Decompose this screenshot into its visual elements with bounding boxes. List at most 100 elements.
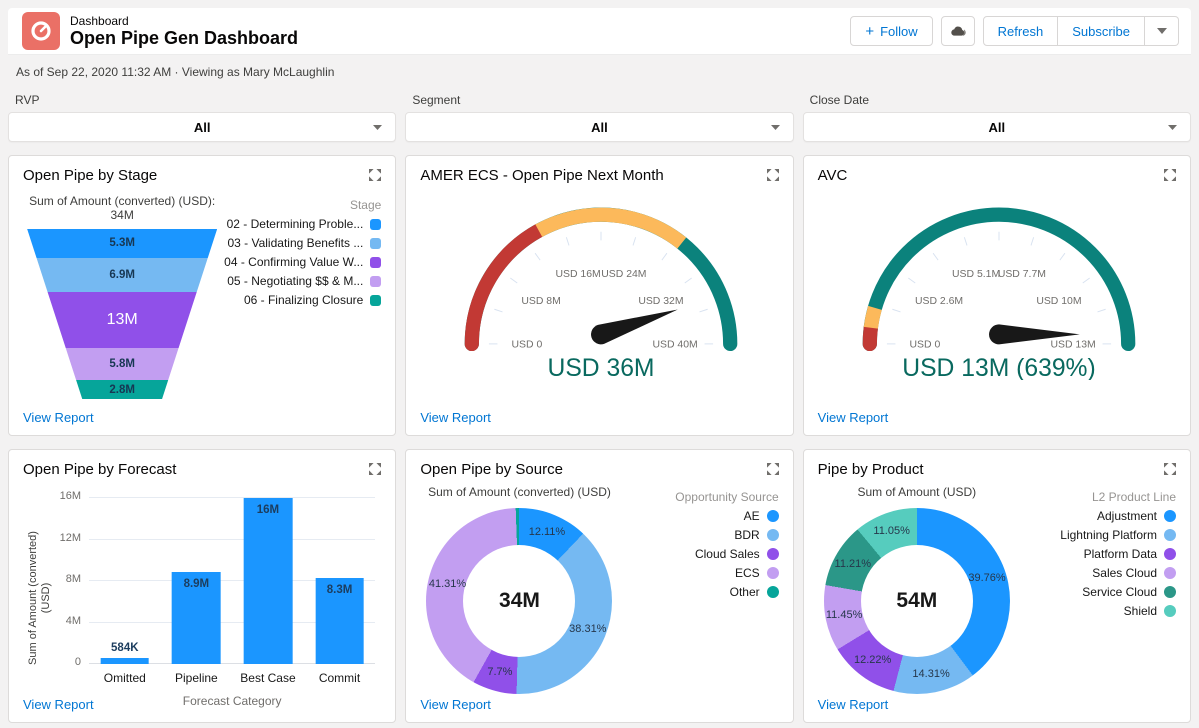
bar-value-label: 584K [111,642,139,654]
donut-center-value: 54M [896,589,937,613]
expand-button[interactable] [765,462,781,478]
expand-icon [766,168,780,182]
gauge-tick-label: USD 32M [639,296,684,307]
expand-button[interactable] [765,168,781,184]
bar-chart: 584K8.9M16M8.3M [89,488,375,664]
more-actions-button[interactable] [1145,16,1179,46]
legend-swatch [767,510,779,522]
legend-item: 03 - Validating Benefits ... [221,236,381,250]
view-report-link[interactable]: View Report [818,410,889,425]
funnel-segment[interactable]: 5.8M [27,348,217,380]
legend-item: Shield [1016,604,1176,618]
legend: Stage 02 - Determining Proble...03 - Val… [221,186,381,399]
filter-select-segment[interactable]: All [405,112,793,142]
card-open-pipe-by-forecast: Open Pipe by Forecast Sum of Amount (con… [8,449,396,723]
legend-label: Sales Cloud [1092,566,1157,580]
gauge-tick [495,309,503,312]
legend-label: Lightning Platform [1060,528,1157,542]
chart-title: Sum of Amount (USD) [857,485,976,499]
chevron-down-icon [771,125,780,130]
gauge-tick-label: USD 13M [1050,340,1095,351]
y-tick-label: 12M [60,532,81,544]
x-category-label: Omitted [89,671,161,685]
gauge-value-label: USD 13M (639%) [902,355,1095,380]
y-tick-label: 0 [75,656,81,668]
legend-swatch [767,567,779,579]
bar-slot: 584K [89,488,161,664]
legend-item: 06 - Finalizing Closure [221,293,381,307]
view-report-link[interactable]: View Report [23,697,94,712]
legend-swatch [370,276,381,287]
gauge-chart[interactable]: USD 0USD 2.6MUSD 5.1MUSD 7.7MUSD 10MUSD … [818,190,1180,380]
card-grid: Open Pipe by Stage Sum of Amount (conver… [0,155,1199,723]
legend-label: ECS [735,566,760,580]
legend-swatch [1164,548,1176,560]
legend-swatch [370,238,381,249]
filter-select-rvp[interactable]: All [8,112,396,142]
gauge-tick [535,253,540,260]
collaboration-button[interactable] [941,16,975,46]
legend-label: Service Cloud [1082,585,1157,599]
gauge-tick-label: USD 5.1M [952,269,1000,280]
gauge-tick [633,237,636,245]
legend-title: Opportunity Source [619,490,779,504]
legend-item: BDR [619,528,779,542]
legend-item: Service Cloud [1016,585,1176,599]
funnel-segment[interactable]: 13M [27,292,217,348]
funnel-segment[interactable]: 6.9M [27,258,217,292]
legend-swatch [1164,510,1176,522]
legend-item: Adjustment [1016,509,1176,523]
subscribe-button[interactable]: Subscribe [1058,16,1145,46]
filter-select-close-date[interactable]: All [803,112,1191,142]
expand-icon [368,462,382,476]
slice-percent-label: 11.05% [873,525,910,537]
expand-button[interactable] [1162,462,1178,478]
funnel-segment[interactable]: 5.3M [27,229,217,258]
bar-slot: 8.3M [304,488,376,664]
slice-percent-label: 38.31% [569,623,606,635]
last-refreshed-text: As of Sep 22, 2020 11:32 AM · Viewing as… [16,65,1199,79]
gauge-arc [869,328,870,344]
y-tick-label: 16M [60,490,81,502]
gauge-tick [662,253,667,260]
view-report-link[interactable]: View Report [420,697,491,712]
funnel-value-label: 2.8M [109,384,135,396]
expand-button[interactable] [367,462,383,478]
gauge-chart[interactable]: USD 0USD 8MUSD 16MUSD 24MUSD 32MUSD 40MU… [420,190,782,380]
view-report-link[interactable]: View Report [23,410,94,425]
gauge-tick [685,278,692,283]
expand-icon [766,462,780,476]
view-report-link[interactable]: View Report [818,697,889,712]
donut-chart[interactable]: 34M 12.11%38.31%7.7%41.31% [426,508,612,694]
card-title: Open Pipe by Forecast [23,461,381,478]
gauge-tick-label: USD 16M [556,269,601,280]
legend-label: AE [744,509,760,523]
expand-icon [1163,462,1177,476]
legend-item: Sales Cloud [1016,566,1176,580]
legend-swatch [1164,529,1176,541]
legend-item: 04 - Confirming Value W... [221,255,381,269]
refresh-button[interactable]: Refresh [983,16,1059,46]
expand-button[interactable] [1162,168,1178,184]
view-report-link[interactable]: View Report [420,410,491,425]
slice-percent-label: 41.31% [429,578,466,590]
legend-label: 06 - Finalizing Closure [244,293,363,307]
legend-swatch [767,586,779,598]
legend-swatch [1164,605,1176,617]
donut-chart[interactable]: 54M 39.76%14.31%12.22%11.45%11.21%11.05% [824,508,1010,694]
page-header: Dashboard Open Pipe Gen Dashboard + Foll… [8,8,1191,55]
legend-swatch [370,257,381,268]
bar[interactable] [244,498,293,664]
bar[interactable] [100,658,149,664]
y-axis-ticks: 04M8M12M16M [57,488,89,708]
slice-percent-label: 39.76% [968,572,1005,584]
funnel-chart[interactable]: 5.3M6.9M13M5.8M 2.8M [27,229,217,399]
follow-button[interactable]: + Follow [850,16,932,46]
expand-button[interactable] [367,168,383,184]
legend-label: Platform Data [1084,547,1157,561]
page-title: Open Pipe Gen Dashboard [70,28,298,48]
expand-icon [1163,168,1177,182]
funnel-segment[interactable]: 2.8M [27,380,217,399]
slice-percent-label: 7.7% [487,666,512,678]
gauge-tick-label: USD 24M [602,269,647,280]
